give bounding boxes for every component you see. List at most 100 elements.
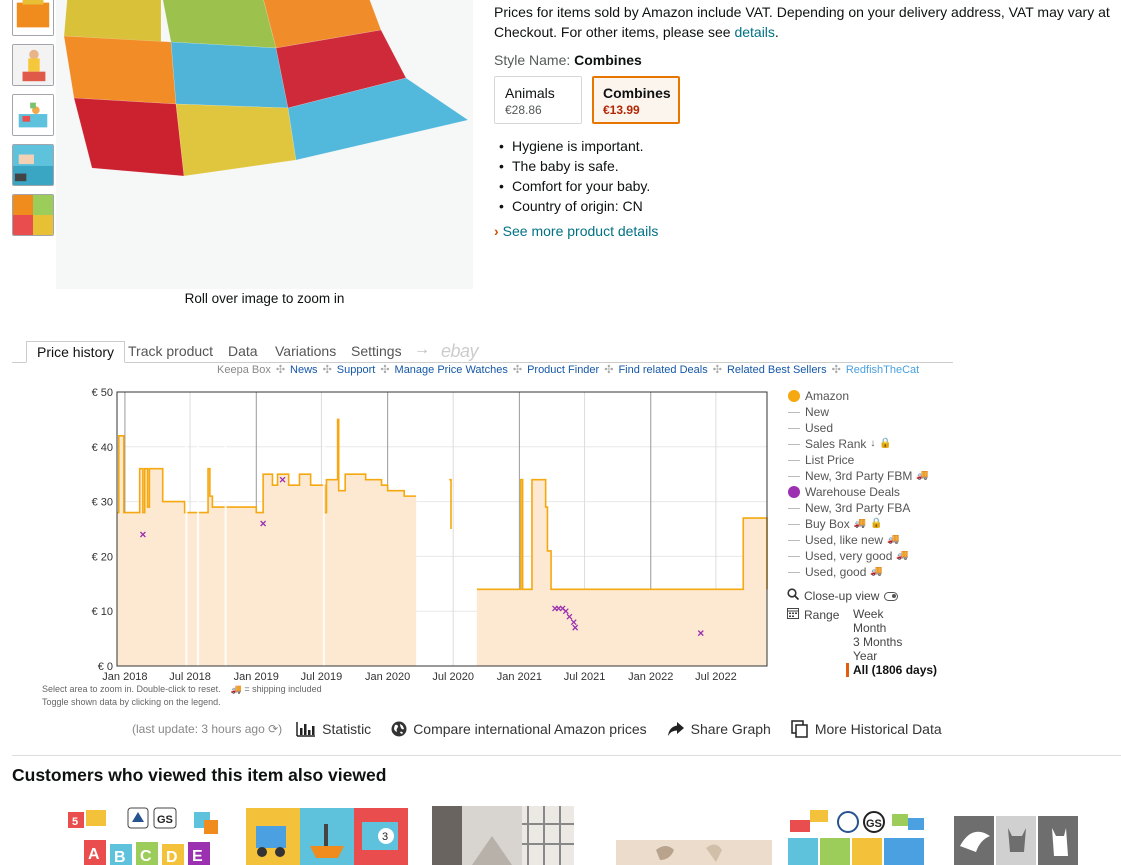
- see-more-details-link[interactable]: See more product details: [503, 223, 659, 239]
- tab-ebay[interactable]: ebay: [431, 339, 488, 361]
- legend-item-used-good[interactable]: Used, good 🚚: [787, 564, 937, 580]
- tab-price-history[interactable]: Price history: [26, 341, 126, 363]
- chart-legend: Amazon New Used Sales Rank ↓ 🔒 List Price New, …: [787, 388, 937, 677]
- link-support[interactable]: Support: [337, 364, 376, 376]
- tab-data[interactable]: Data: [218, 341, 268, 363]
- magnifier-icon: [787, 588, 800, 604]
- link-news[interactable]: News: [290, 364, 318, 376]
- legend-item-new[interactable]: New: [787, 404, 937, 420]
- range-year[interactable]: Year: [853, 649, 937, 663]
- y-tick-label: € 40: [92, 442, 113, 454]
- legend-item-sales-rank[interactable]: Sales Rank ↓ 🔒: [787, 436, 937, 452]
- y-tick-label: € 50: [92, 387, 113, 399]
- toggle-switch[interactable]: [884, 591, 899, 601]
- style-name-line: Style Name: Combines: [494, 50, 1121, 70]
- style-value: Combines: [574, 52, 642, 68]
- truck-icon: 🚚: [887, 534, 900, 545]
- statistic-button[interactable]: Statistic: [296, 721, 371, 737]
- svg-text:GS: GS: [157, 814, 173, 826]
- legend-line: [787, 411, 801, 413]
- data-gap: [322, 393, 325, 666]
- tab-settings[interactable]: Settings: [341, 341, 412, 363]
- link-related-best-sellers[interactable]: Related Best Sellers: [727, 364, 827, 376]
- style-label: Style Name:: [494, 52, 575, 68]
- vat-notice: Prices for items sold by Amazon include …: [494, 2, 1121, 42]
- range-all[interactable]: All (1806 days): [846, 663, 937, 677]
- style-option-combines[interactable]: Combines €13.99: [592, 76, 680, 124]
- tab-variations[interactable]: Variations: [265, 341, 346, 363]
- link-find-related-deals[interactable]: Find related Deals: [618, 364, 707, 376]
- style-option-animals[interactable]: Animals €28.86: [494, 76, 582, 124]
- price-history-chart[interactable]: € 0 € 10 € 20 € 30 € 40 € 50 Jan 2018 Jul 2018 J…: [12, 386, 772, 686]
- legend-item-used-like-new[interactable]: Used, like new 🚚: [787, 532, 937, 548]
- separator-icon: ✣: [712, 364, 722, 376]
- legend-dot: [787, 486, 801, 498]
- recommended-product-2[interactable]: 3: [246, 806, 408, 865]
- keepa-action-bar: (last update: 3 hours ago ⟳) Statistic C…: [132, 720, 962, 738]
- compare-label: Compare international Amazon prices: [413, 721, 647, 737]
- svg-text:GS: GS: [866, 818, 882, 830]
- svg-text:A: A: [88, 846, 100, 863]
- legend-item-amazon[interactable]: Amazon: [787, 388, 937, 404]
- legend-item-used-very-good[interactable]: Used, very good 🚚: [787, 548, 937, 564]
- legend-item-list-price[interactable]: List Price: [787, 452, 937, 468]
- tab-track-product[interactable]: Track product: [118, 341, 223, 363]
- thumbnail-2[interactable]: [12, 44, 54, 86]
- recommended-product-5[interactable]: GS: [784, 806, 930, 865]
- thumbnail-3[interactable]: [12, 94, 54, 136]
- recommended-product-4[interactable]: [612, 806, 776, 865]
- chart-note-toggle: Toggle shown data by clicking on the leg…: [42, 697, 221, 707]
- feature-bullets: Hygiene is important. The baby is safe. …: [494, 136, 1121, 216]
- keepa-tabs: Price history Track product Data Variati…: [12, 341, 953, 363]
- see-more-details[interactable]: › See more product details: [494, 221, 1121, 241]
- separator-icon: ✣: [380, 364, 390, 376]
- range-month[interactable]: Month: [853, 621, 937, 635]
- range-3-months[interactable]: 3 Months: [853, 635, 937, 649]
- legend-item-new-3rd-party-fbm[interactable]: New, 3rd Party FBM 🚚: [787, 468, 937, 484]
- thumbnail-4[interactable]: [12, 144, 54, 186]
- legend-item-buy-box[interactable]: Buy Box 🚚 🔒: [787, 516, 937, 532]
- thumbnail-5[interactable]: [12, 194, 54, 236]
- main-product-image[interactable]: [56, 0, 473, 289]
- closeup-view-toggle[interactable]: Close-up view: [787, 588, 937, 604]
- compare-international-button[interactable]: Compare international Amazon prices: [391, 721, 647, 737]
- link-redfishthecat[interactable]: RedfishTheCat: [846, 364, 919, 376]
- y-tick-label: € 20: [92, 551, 113, 563]
- legend-item-new-3rd-party-fba[interactable]: New, 3rd Party FBA: [787, 500, 937, 516]
- truck-icon: 🚚: [230, 684, 242, 694]
- link-manage-price-watches[interactable]: Manage Price Watches: [395, 364, 508, 376]
- range-selector: Range Week Month 3 Months Year All (1806…: [787, 607, 937, 677]
- lock-icon: 🔒: [879, 438, 892, 449]
- legend-dot: [787, 390, 801, 402]
- share-icon: [667, 722, 684, 736]
- style-options: Animals €28.86 Combines €13.99: [494, 76, 1121, 124]
- recommended-product-1[interactable]: 5 GS A B C D E: [64, 806, 228, 865]
- separator-icon: ✣: [831, 364, 841, 376]
- link-product-finder[interactable]: Product Finder: [527, 364, 599, 376]
- chevron-right-icon: ›: [494, 223, 499, 239]
- price-chart-svg[interactable]: € 0€ 10€ 20€ 30€ 40€ 50Jan 2018 Jul 2018 J…: [12, 386, 772, 686]
- truck-icon: 🚚: [916, 470, 929, 481]
- legend-line: [787, 443, 801, 445]
- more-historical-label: More Historical Data: [814, 721, 942, 737]
- keepa-links: Keepa Box ✣ News ✣ Support ✣ Manage Price Watc…: [217, 363, 919, 376]
- keepa-box-label: Keepa Box: [217, 364, 271, 376]
- recommended-product-6[interactable]: [952, 806, 1080, 865]
- legend-label: New: [805, 405, 830, 419]
- also-viewed-title: Customers who viewed this item also view…: [12, 765, 387, 785]
- more-historical-data-button[interactable]: More Historical Data: [791, 720, 942, 738]
- range-week[interactable]: Week: [853, 607, 937, 621]
- vat-details-link[interactable]: details: [734, 24, 774, 40]
- share-graph-button[interactable]: Share Graph: [667, 721, 771, 737]
- separator-icon: ✣: [512, 364, 523, 376]
- svg-text:B: B: [114, 849, 126, 865]
- refresh-icon[interactable]: ⟳): [268, 722, 282, 736]
- thumbnail-1[interactable]: [12, 0, 54, 36]
- sort-icon: ↓: [870, 438, 876, 449]
- legend-label: Sales Rank: [805, 437, 867, 451]
- recommended-product-3[interactable]: [432, 806, 574, 865]
- legend-item-used[interactable]: Used: [787, 420, 937, 436]
- legend-label: Buy Box: [805, 517, 850, 531]
- x-tick-label: Jul 2020: [432, 671, 474, 683]
- legend-item-warehouse-deals[interactable]: Warehouse Deals: [787, 484, 937, 500]
